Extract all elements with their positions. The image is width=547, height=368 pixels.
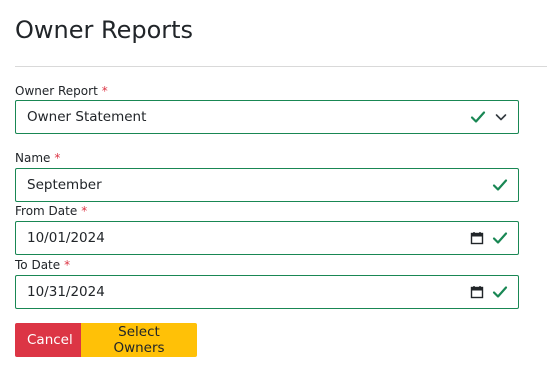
owner-report-select[interactable]: Owner Statement	[15, 100, 519, 134]
name-label-text: Name	[15, 151, 51, 165]
to-date-value: 10/31/2024	[27, 284, 105, 300]
calendar-icon[interactable]	[470, 231, 484, 245]
owner-report-label-text: Owner Report	[15, 84, 98, 98]
cancel-button[interactable]: Cancel	[15, 323, 81, 357]
to-date-input[interactable]: 10/31/2024	[15, 275, 519, 309]
select-owners-button[interactable]: Select Owners	[81, 323, 197, 357]
owner-report-label: Owner Report *	[15, 83, 108, 99]
title-divider	[15, 66, 547, 67]
from-date-label: From Date *	[15, 203, 87, 219]
calendar-icon[interactable]	[470, 285, 484, 299]
owner-reports-page: Owner Reports Owner Report * Owner Statem…	[0, 0, 547, 368]
to-date-label-text: To Date	[15, 258, 61, 272]
required-marker: *	[81, 204, 88, 218]
name-label: Name *	[15, 150, 60, 166]
check-icon	[492, 179, 508, 191]
name-input[interactable]: September	[15, 168, 519, 202]
from-date-input[interactable]: 10/01/2024	[15, 221, 519, 255]
required-marker: *	[101, 84, 108, 98]
chevron-down-icon	[495, 114, 507, 121]
name-value: September	[27, 177, 102, 193]
required-marker: *	[64, 258, 71, 272]
to-date-label: To Date *	[15, 257, 70, 273]
check-icon	[470, 111, 486, 123]
required-marker: *	[54, 151, 61, 165]
check-icon	[492, 232, 508, 244]
from-date-value: 10/01/2024	[27, 230, 105, 246]
page-title: Owner Reports	[15, 16, 194, 44]
from-date-label-text: From Date	[15, 204, 78, 218]
owner-report-value: Owner Statement	[27, 109, 147, 125]
check-icon	[492, 286, 508, 298]
